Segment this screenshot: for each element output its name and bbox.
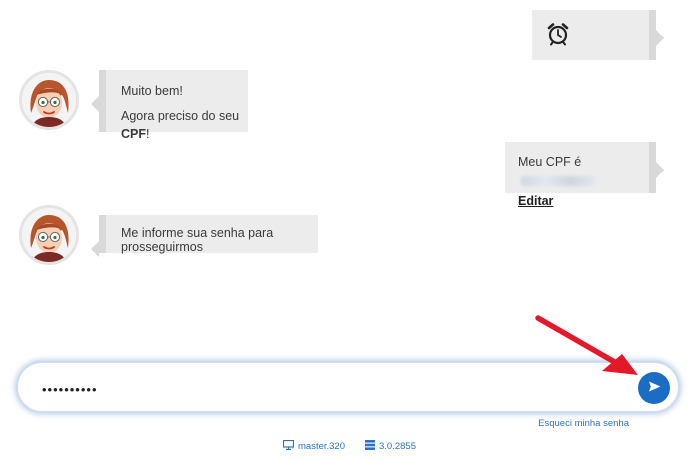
edit-link[interactable]: Editar	[518, 194, 553, 208]
assistant-avatar	[19, 70, 79, 130]
forgot-password-link[interactable]: Esqueci minha senha	[538, 418, 629, 429]
assistant-message-line: Muito bem!	[121, 84, 183, 98]
branch-info: master.320	[282, 439, 345, 453]
alarm-message-bubble	[532, 10, 664, 60]
assistant-message-bubble: Me informe sua senha para prosseguirmos	[91, 215, 318, 257]
version-info: 3.0.2855	[365, 440, 416, 453]
assistant-message-text: Me informe sua senha para prosseguirmos	[121, 226, 274, 254]
server-icon	[365, 440, 375, 453]
user-message-text: Meu CPF é	[518, 153, 649, 189]
alarm-clock-icon	[546, 22, 570, 49]
send-icon	[648, 379, 661, 397]
branch-label: master.320	[298, 441, 345, 452]
user-message-bubble: Meu CPF é Editar	[505, 142, 664, 208]
redacted-cpf	[521, 175, 595, 186]
assistant-avatar	[19, 205, 79, 265]
assistant-message-line: Agora preciso do seu CPF!	[121, 109, 240, 142]
assistant-message-bubble: Muito bem! Agora preciso do seu CPF!	[91, 70, 248, 141]
version-label: 3.0.2855	[379, 441, 416, 452]
footer: master.320 3.0.2855	[0, 439, 695, 453]
red-arrow-annotation	[535, 315, 638, 375]
monitor-icon	[282, 439, 295, 453]
